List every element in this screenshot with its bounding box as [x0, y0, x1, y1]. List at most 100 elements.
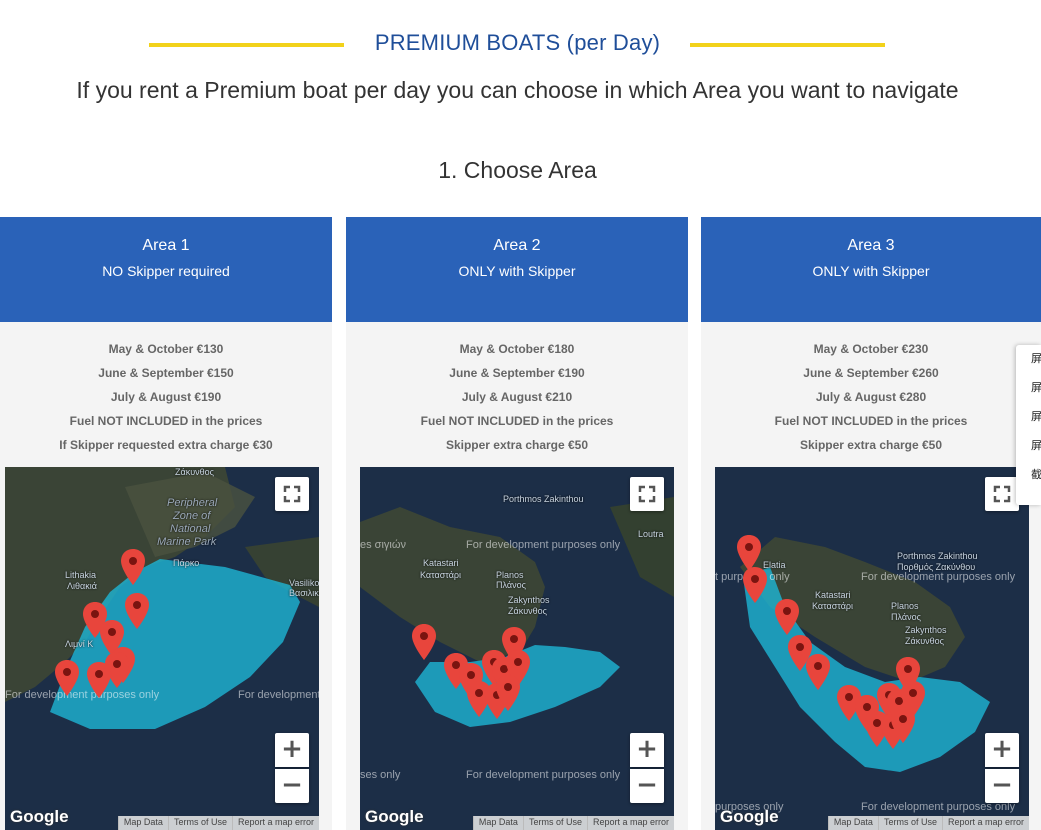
dev-watermark: For development purposes only — [466, 769, 621, 781]
side-toolbar-item[interactable]: 屏 — [1016, 403, 1041, 432]
zoom-out-button[interactable]: − — [985, 769, 1019, 803]
map-label: National — [170, 523, 211, 535]
location-marker-icon[interactable] — [775, 599, 799, 635]
price-line: Fuel NOT INCLUDED in the prices — [774, 414, 968, 428]
report-error-link[interactable]: Report a map error — [231, 816, 319, 830]
dev-watermark: For development purposes only — [5, 689, 160, 701]
report-error-link[interactable]: Report a map error — [941, 816, 1029, 830]
map-label: Marine Park — [157, 536, 217, 548]
map-label: Πάρκο — [173, 558, 200, 568]
fullscreen-button[interactable] — [985, 477, 1019, 511]
side-toolbar-item[interactable]: 屏 — [1016, 345, 1041, 374]
side-toolbar-item[interactable]: 屏 — [1016, 432, 1041, 461]
fullscreen-button[interactable] — [275, 477, 309, 511]
map-label: Katastari — [423, 558, 459, 568]
location-marker-icon[interactable] — [743, 567, 767, 603]
fullscreen-button[interactable] — [630, 477, 664, 511]
price-line: May & October €180 — [459, 342, 575, 356]
area-map[interactable]: Porthmos Zakinthou Πορθμός Ζακύνθου Elat… — [715, 467, 1029, 830]
area-card-1[interactable]: Area 1 NO Skipper required May & October… — [0, 217, 332, 830]
terms-link[interactable]: Terms of Use — [167, 816, 232, 830]
map-label: Vasilikos — [289, 578, 319, 588]
price-list: May & October €230 June & September €260… — [701, 322, 1041, 462]
map-label: Zakynthos — [508, 595, 550, 605]
map-label: Πλάνος — [891, 612, 921, 622]
area-card-header[interactable]: Area 1 NO Skipper required — [0, 217, 332, 322]
page-subtitle: If you rent a Premium boat per day you c… — [76, 77, 959, 103]
zoom-in-button[interactable]: + — [630, 733, 664, 767]
price-line: June & September €150 — [98, 366, 234, 380]
report-error-link[interactable]: Report a map error — [586, 816, 674, 830]
zoom-out-button[interactable]: − — [275, 769, 309, 803]
zoom-out-button[interactable]: − — [630, 769, 664, 803]
location-marker-icon[interactable] — [806, 654, 830, 690]
location-marker-icon[interactable] — [55, 660, 79, 696]
fullscreen-icon — [283, 485, 301, 503]
location-marker-icon[interactable] — [496, 675, 520, 711]
map-footer: Map Data Terms of Use Report a map error — [117, 816, 319, 830]
map-label: Καταστάρι — [812, 601, 854, 611]
price-line: July & August €190 — [110, 390, 222, 404]
google-logo: Google — [10, 807, 69, 826]
map-label: Ζάκυνθος — [905, 636, 944, 646]
dev-watermark: ses only — [360, 769, 401, 781]
side-toolbar-item[interactable]: 屏 — [1016, 374, 1041, 403]
dev-watermark: es σιγιών — [360, 539, 406, 551]
price-line: July & August €210 — [461, 390, 573, 404]
location-marker-icon[interactable] — [121, 549, 145, 585]
map-label: Καταστάρι — [420, 570, 462, 580]
google-logo: Google — [365, 807, 424, 826]
area-card-3[interactable]: Area 3 ONLY with Skipper May & October €… — [701, 217, 1041, 830]
map-label: Ζάκυνθος — [175, 467, 214, 477]
map-label: Planos — [496, 570, 524, 580]
area-name: Area 1 — [142, 237, 190, 254]
area-skipper-note: ONLY with Skipper — [458, 263, 576, 279]
map-data-link[interactable]: Map Data — [472, 816, 523, 830]
map-label: Λιθακιά — [67, 581, 97, 591]
map-label: Katastari — [815, 590, 851, 600]
price-list: May & October €130 June & September €150… — [0, 322, 332, 462]
location-marker-icon[interactable] — [891, 707, 915, 743]
map-label: Peripheral — [167, 497, 218, 509]
area-map[interactable]: Peripheral Zone of National Marine Park … — [5, 467, 319, 830]
section-heading: PREMIUM BOATS (per Day) — [0, 28, 1041, 60]
price-line: July & August €280 — [815, 390, 927, 404]
price-list: May & October €180 June & September €190… — [346, 322, 688, 462]
map-label: Planos — [891, 601, 919, 611]
map-label: Zakynthos — [905, 625, 947, 635]
location-marker-icon[interactable] — [87, 662, 111, 698]
area-card-2[interactable]: Area 2 ONLY with Skipper May & October €… — [346, 217, 688, 830]
zoom-in-button[interactable]: + — [985, 733, 1019, 767]
location-marker-icon[interactable] — [125, 593, 149, 629]
fullscreen-icon — [993, 485, 1011, 503]
location-marker-icon[interactable] — [737, 535, 761, 571]
terms-link[interactable]: Terms of Use — [522, 816, 587, 830]
terms-link[interactable]: Terms of Use — [877, 816, 942, 830]
map-label: Βασιλικός — [289, 588, 319, 598]
dev-watermark: For development purposes only — [238, 689, 319, 701]
map-label: Λιμνί Κ — [65, 639, 94, 649]
map-data-link[interactable]: Map Data — [827, 816, 878, 830]
location-marker-icon[interactable] — [412, 624, 436, 660]
step-title: 1. Choose Area — [438, 157, 597, 183]
price-line: Fuel NOT INCLUDED in the prices — [420, 414, 614, 428]
map-label: Πλάνος — [496, 580, 526, 590]
price-line: If Skipper requested extra charge €30 — [59, 438, 273, 452]
map-data-link[interactable]: Map Data — [117, 816, 168, 830]
fullscreen-icon — [638, 485, 656, 503]
price-line: May & October €130 — [108, 342, 224, 356]
price-line: Skipper extra charge €50 — [799, 438, 943, 452]
area-card-header[interactable]: Area 3 ONLY with Skipper — [701, 217, 1041, 322]
price-line: Skipper extra charge €50 — [445, 438, 589, 452]
area-map[interactable]: Porthmos Zakinthou Loutra Katastari Κατα… — [360, 467, 674, 830]
area-card-header[interactable]: Area 2 ONLY with Skipper — [346, 217, 688, 322]
price-line: June & September €190 — [449, 366, 585, 380]
map-label: Porthmos Zakinthou — [897, 551, 978, 561]
map-label: Loutra — [638, 529, 664, 539]
side-toolbar-item[interactable]: 截 — [1016, 461, 1041, 490]
map-footer: Map Data Terms of Use Report a map error — [472, 816, 674, 830]
google-logo: Google — [720, 807, 779, 826]
map-label: Porthmos Zakinthou — [503, 494, 584, 504]
zoom-in-button[interactable]: + — [275, 733, 309, 767]
map-label: Ζάκυνθος — [508, 606, 547, 616]
